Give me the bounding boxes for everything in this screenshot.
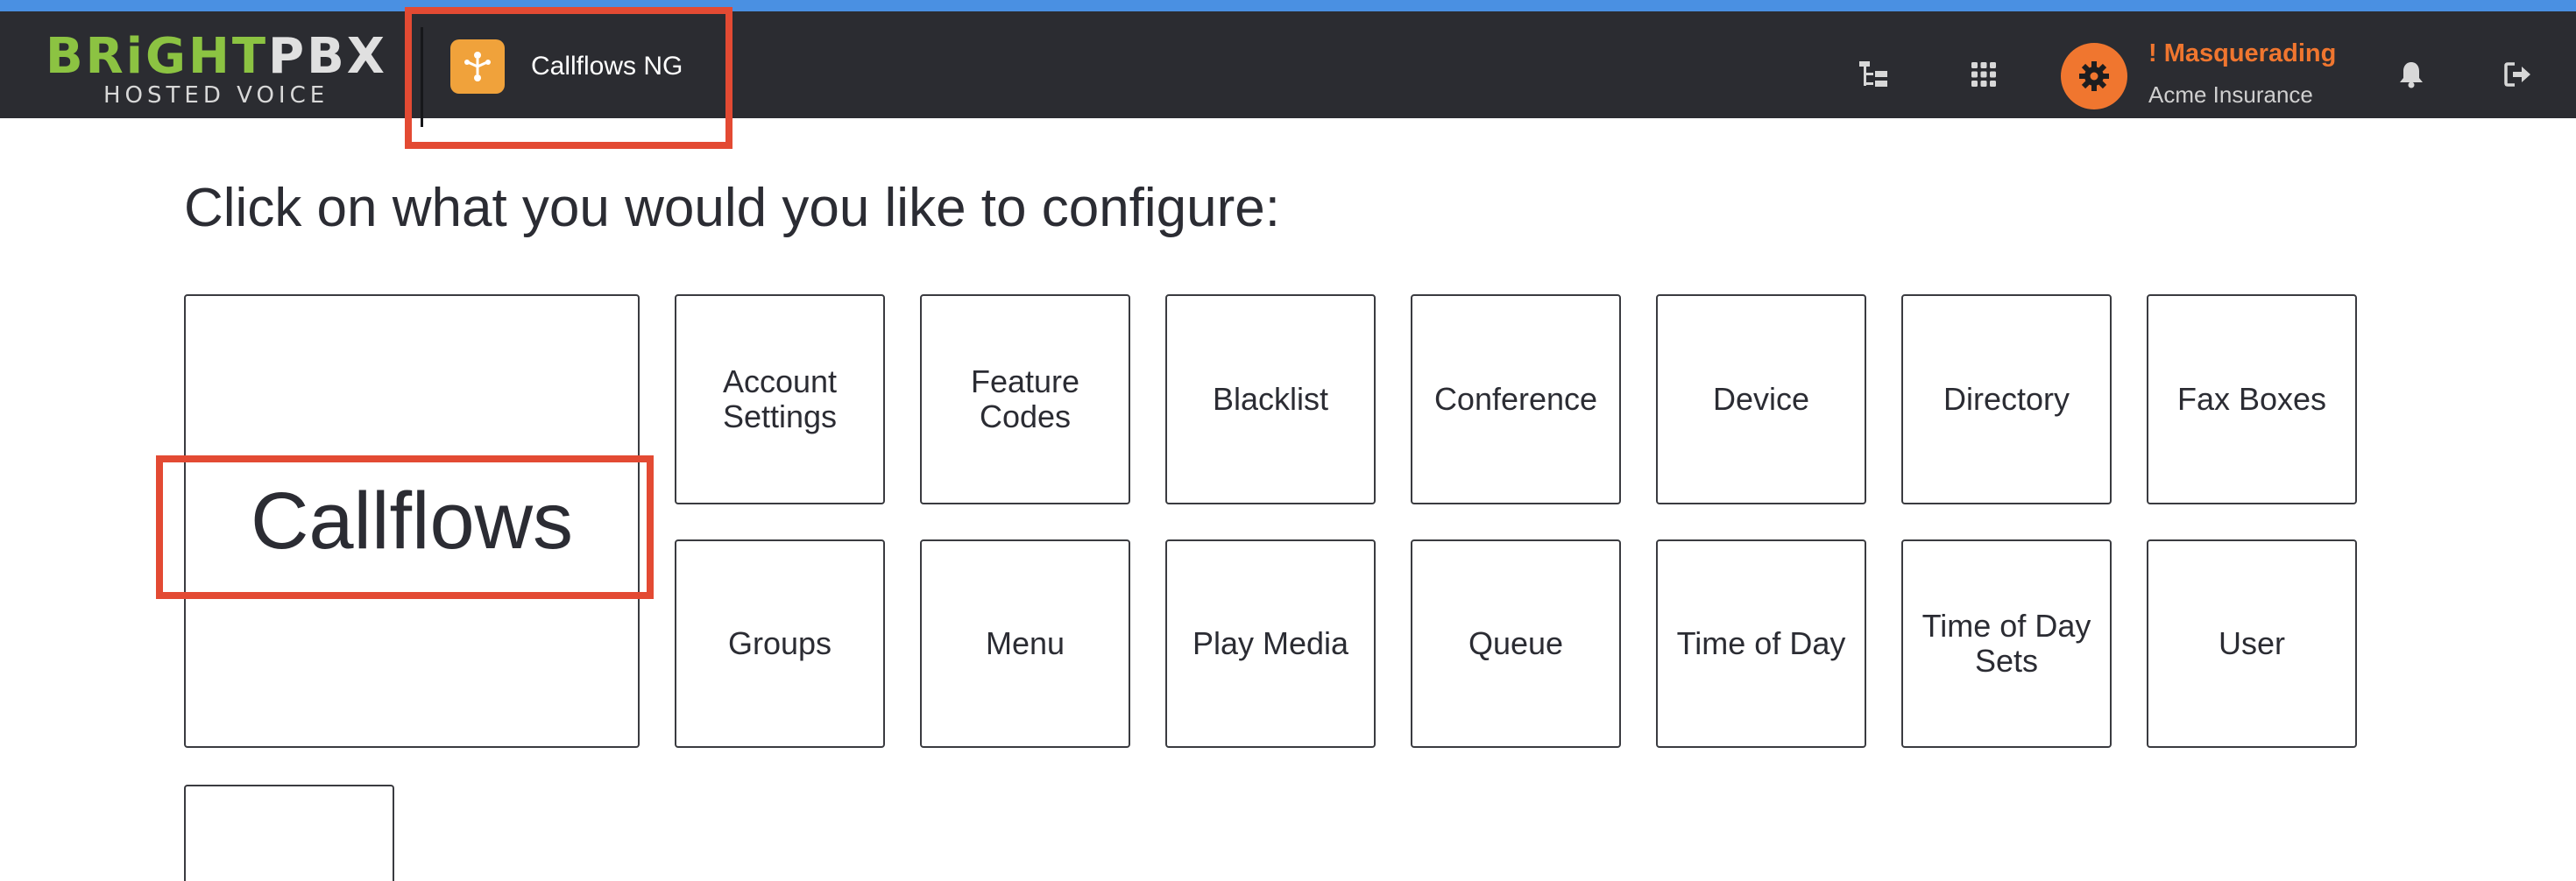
tile-fax-boxes[interactable]: Fax Boxes	[2147, 294, 2357, 504]
tile-blacklist[interactable]: Blacklist	[1165, 294, 1376, 504]
app-title: Callflows NG	[531, 52, 683, 81]
tile-queue[interactable]: Queue	[1411, 539, 1621, 748]
tile-label: Time of Day	[1676, 625, 1846, 661]
tile-label: Menu	[985, 625, 1065, 661]
tile-label: Fax Boxes	[2176, 381, 2327, 417]
tile-label: Groups	[727, 625, 832, 661]
account-name: Acme Insurance	[2148, 81, 2313, 108]
tile-label: Directory	[1943, 381, 2070, 417]
tile-time-of-day[interactable]: Time of Day	[1656, 539, 1866, 748]
current-app-selector[interactable]: Callflows NG	[450, 39, 683, 94]
tile-conference[interactable]: Conference	[1411, 294, 1621, 504]
tile-label: Feature Codes	[970, 363, 1080, 434]
brightpbx-logo[interactable]: BRiGHTPBX HOSTED VOICE	[46, 29, 385, 109]
tile-label: User	[2218, 625, 2285, 661]
tile-account-settings[interactable]: Account Settings	[675, 294, 885, 504]
tile-callflows[interactable]: Callflows	[184, 294, 640, 748]
bell-icon[interactable]	[2394, 57, 2429, 92]
tile-label: Blacklist	[1212, 381, 1329, 417]
tile-label: Time of Day Sets	[1921, 608, 2091, 679]
header-divider	[421, 27, 423, 127]
tile-label: Account Settings	[722, 363, 838, 434]
tile-device[interactable]: Device	[1656, 294, 1866, 504]
tree-view-icon[interactable]	[1856, 57, 1891, 92]
top-accent-bar	[0, 0, 2576, 11]
masquerading-status[interactable]: ! Masquerading	[2148, 39, 2336, 68]
gear-icon	[2079, 61, 2109, 91]
logo-bright: BRiGHT	[46, 28, 269, 85]
tile-partial[interactable]	[184, 785, 394, 881]
logo-tagline: HOSTED VOICE	[103, 82, 329, 109]
tile-play-media[interactable]: Play Media	[1165, 539, 1376, 748]
tile-feature-codes[interactable]: Feature Codes	[920, 294, 1130, 504]
tile-label: Device	[1712, 381, 1810, 417]
tile-label: Queue	[1468, 625, 1564, 661]
page-title: Click on what you would you like to conf…	[184, 178, 1280, 238]
tile-label: Play Media	[1192, 625, 1349, 661]
callflow-icon	[450, 39, 505, 94]
logo-pbx: PBX	[268, 28, 387, 85]
tile-callflows-label: Callflows	[250, 476, 574, 566]
tile-user[interactable]: User	[2147, 539, 2357, 748]
user-avatar[interactable]	[2061, 43, 2127, 109]
top-navigation-bar: BRiGHTPBX HOSTED VOICE Callflows NG ! Ma…	[0, 11, 2576, 127]
tile-directory[interactable]: Directory	[1901, 294, 2112, 504]
logo-wordmark: BRiGHTPBX	[46, 29, 387, 85]
tile-groups[interactable]: Groups	[675, 539, 885, 748]
app-grid-icon[interactable]	[1966, 57, 2001, 92]
tile-menu[interactable]: Menu	[920, 539, 1130, 748]
logout-icon[interactable]	[2501, 57, 2536, 92]
tile-label: Conference	[1433, 381, 1598, 417]
tile-time-of-day-sets[interactable]: Time of Day Sets	[1901, 539, 2112, 748]
